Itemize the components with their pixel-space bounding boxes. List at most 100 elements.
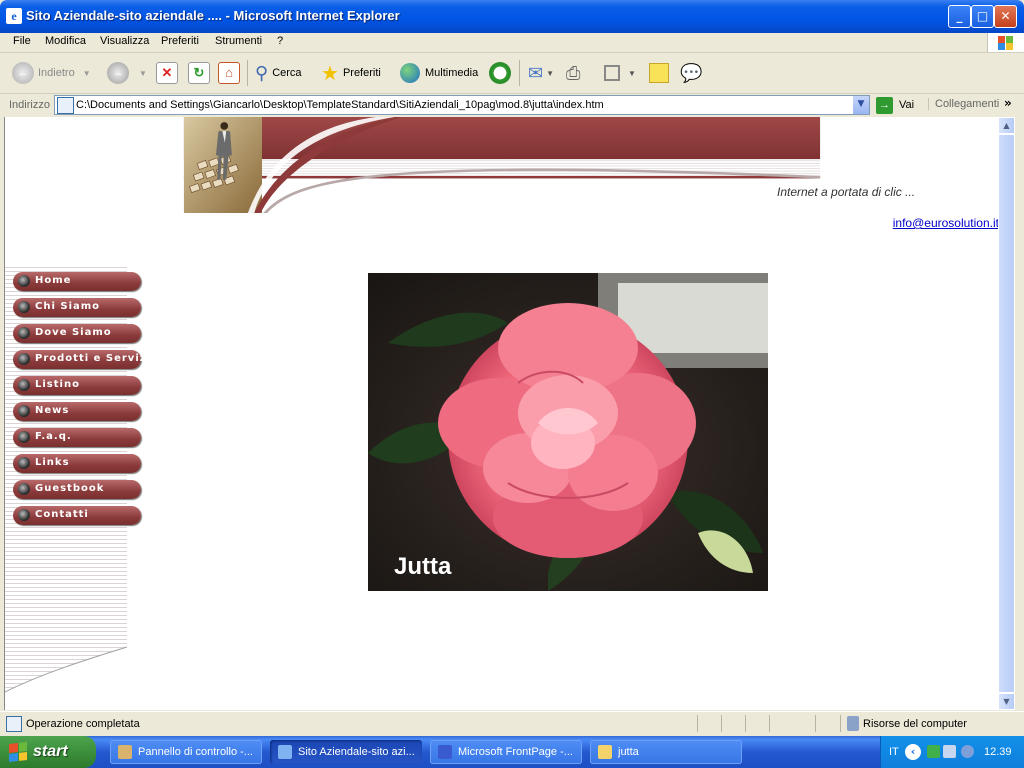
nav-chi-siamo[interactable]: Chi Siamo [13,298,141,317]
print-button[interactable]: ⎙ [566,61,580,85]
chevron-down-icon[interactable]: ▼ [853,96,869,114]
history-clock-icon [489,62,511,84]
standard-toolbar: ← Indietro ▼ → ▼ ✕ ↻ ⌂ ⚲ Cerca ★ Preferi… [0,53,1024,94]
folder-icon [598,745,612,759]
nav-faq[interactable]: F.a.q. [13,428,141,447]
vertical-scrollbar[interactable]: ▲ ▼ [998,117,1015,710]
history-button[interactable] [489,61,511,85]
window-title-bar[interactable]: e Sito Aziendale-sito aziendale .... - M… [0,0,1024,33]
back-button[interactable]: ← Indietro ▼ [12,61,91,85]
nav-links[interactable]: Links [13,454,141,473]
bullet-icon [18,483,30,495]
go-label: Vai [899,99,915,111]
taskbar-item-pannello[interactable]: Pannello di controllo -... [110,740,262,764]
network-icon[interactable] [943,745,956,758]
menu-preferiti[interactable]: Preferiti [161,35,199,47]
site-slogan: Internet a portata di clic ... [777,185,916,199]
taskbar: start Pannello di controllo -... Sito Az… [0,736,1024,768]
refresh-icon: ↻ [188,62,210,84]
media-label: Multimedia [425,67,479,79]
show-hidden-icons-button[interactable]: ‹ [905,744,921,760]
email-link[interactable]: info@eurosolution.it [893,216,999,230]
edit-button[interactable]: ▼ [604,61,636,85]
stop-button[interactable]: ✕ [156,61,182,85]
globe-icon[interactable] [961,745,974,758]
star-icon: ★ [321,62,339,85]
clock[interactable]: 12.39 [984,746,1012,758]
nav-dove-siamo[interactable]: Dove Siamo [13,324,141,343]
bullet-icon [18,431,30,443]
status-divider [840,715,841,732]
windows-flag-icon [9,742,27,762]
speech-bubble-icon: 💬 [680,62,703,83]
address-url: C:\Documents and Settings\Giancarlo\Desk… [76,99,604,111]
scroll-down-button[interactable]: ▼ [998,693,1015,710]
bullet-icon [18,379,30,391]
discuss-button[interactable] [649,61,669,85]
control-panel-icon [118,745,132,759]
system-tray: IT ‹ 12.39 [880,736,1024,768]
close-button[interactable]: ✕ [994,5,1017,28]
start-button[interactable]: start [0,736,96,768]
ie-icon [278,745,292,759]
home-icon: ⌂ [218,62,240,84]
nav-listino[interactable]: Listino [13,376,141,395]
nav-guestbook[interactable]: Guestbook [13,480,141,499]
flower-photo: Jutta [368,273,768,591]
window-title: Sito Aziendale-sito aziendale .... - Mic… [26,8,400,23]
chevron-down-icon: ▼ [82,68,91,78]
menu-file[interactable]: File [13,35,31,47]
back-arrow-icon: ← [12,62,34,84]
search-label: Cerca [272,67,302,79]
nav-prodotti-e-servizi[interactable]: Prodotti e Servizi [13,350,150,369]
scroll-thumb[interactable] [998,134,1015,693]
computer-icon [847,716,859,731]
links-toolbar[interactable]: Collegamenti [928,98,999,110]
chevron-right-icon[interactable]: » [1004,96,1012,110]
refresh-button[interactable]: ↻ [188,61,214,85]
address-input[interactable]: C:\Documents and Settings\Giancarlo\Desk… [54,95,870,115]
menu-strumenti[interactable]: Strumenti [215,35,262,47]
status-divider [769,715,770,732]
home-button[interactable]: ⌂ [218,61,244,85]
scroll-up-button[interactable]: ▲ [998,117,1015,134]
bullet-icon [18,457,30,469]
favorites-label: Preferiti [342,67,381,79]
taskbar-item-frontpage[interactable]: Microsoft FrontPage -... [430,740,582,764]
printer-icon: ⎙ [566,62,581,83]
go-arrow-icon: → [876,96,893,114]
search-button[interactable]: ⚲ Cerca [255,61,302,85]
nav-news[interactable]: News [13,402,141,421]
chevron-down-icon: ▼ [628,68,636,78]
forward-button[interactable]: → ▼ [107,61,147,85]
media-button[interactable]: Multimedia [400,61,478,85]
menu-bar: File Modifica Visualizza Preferiti Strum… [0,33,1024,53]
menu-help[interactable]: ? [277,35,283,47]
favorites-button[interactable]: ★ Preferiti [321,61,381,85]
go-button[interactable]: → Vai [876,95,914,115]
mail-button[interactable]: ✉ ▼ [528,61,554,85]
menu-visualizza[interactable]: Visualizza [100,35,149,47]
status-divider [815,715,816,732]
nav-contatti[interactable]: Contatti [13,506,141,525]
menu-modifica[interactable]: Modifica [45,35,86,47]
security-zone: Risorse del computer [863,718,967,730]
site-title: mod.8 : JUTTA [881,121,999,138]
bullet-icon [18,405,30,417]
messenger-button[interactable]: 💬 [680,61,702,85]
chevron-down-icon: ▼ [546,68,555,78]
globe-icon [400,63,420,83]
taskbar-item-jutta[interactable]: jutta [590,740,742,764]
language-indicator[interactable]: IT [889,746,899,758]
minimize-button[interactable]: _ [948,5,971,28]
nav-home[interactable]: Home [13,272,141,291]
bullet-icon [18,509,30,521]
tray-app-icon[interactable] [927,745,940,758]
bullet-icon [18,353,30,365]
maximize-button[interactable]: □ [971,5,994,28]
bullet-icon [18,327,30,339]
toolbar-separator [519,60,520,86]
address-bar: Indirizzo C:\Documents and Settings\Gian… [0,94,1024,116]
taskbar-item-browser[interactable]: Sito Aziendale-sito azi... [270,740,422,764]
windows-logo-icon [987,33,1024,52]
